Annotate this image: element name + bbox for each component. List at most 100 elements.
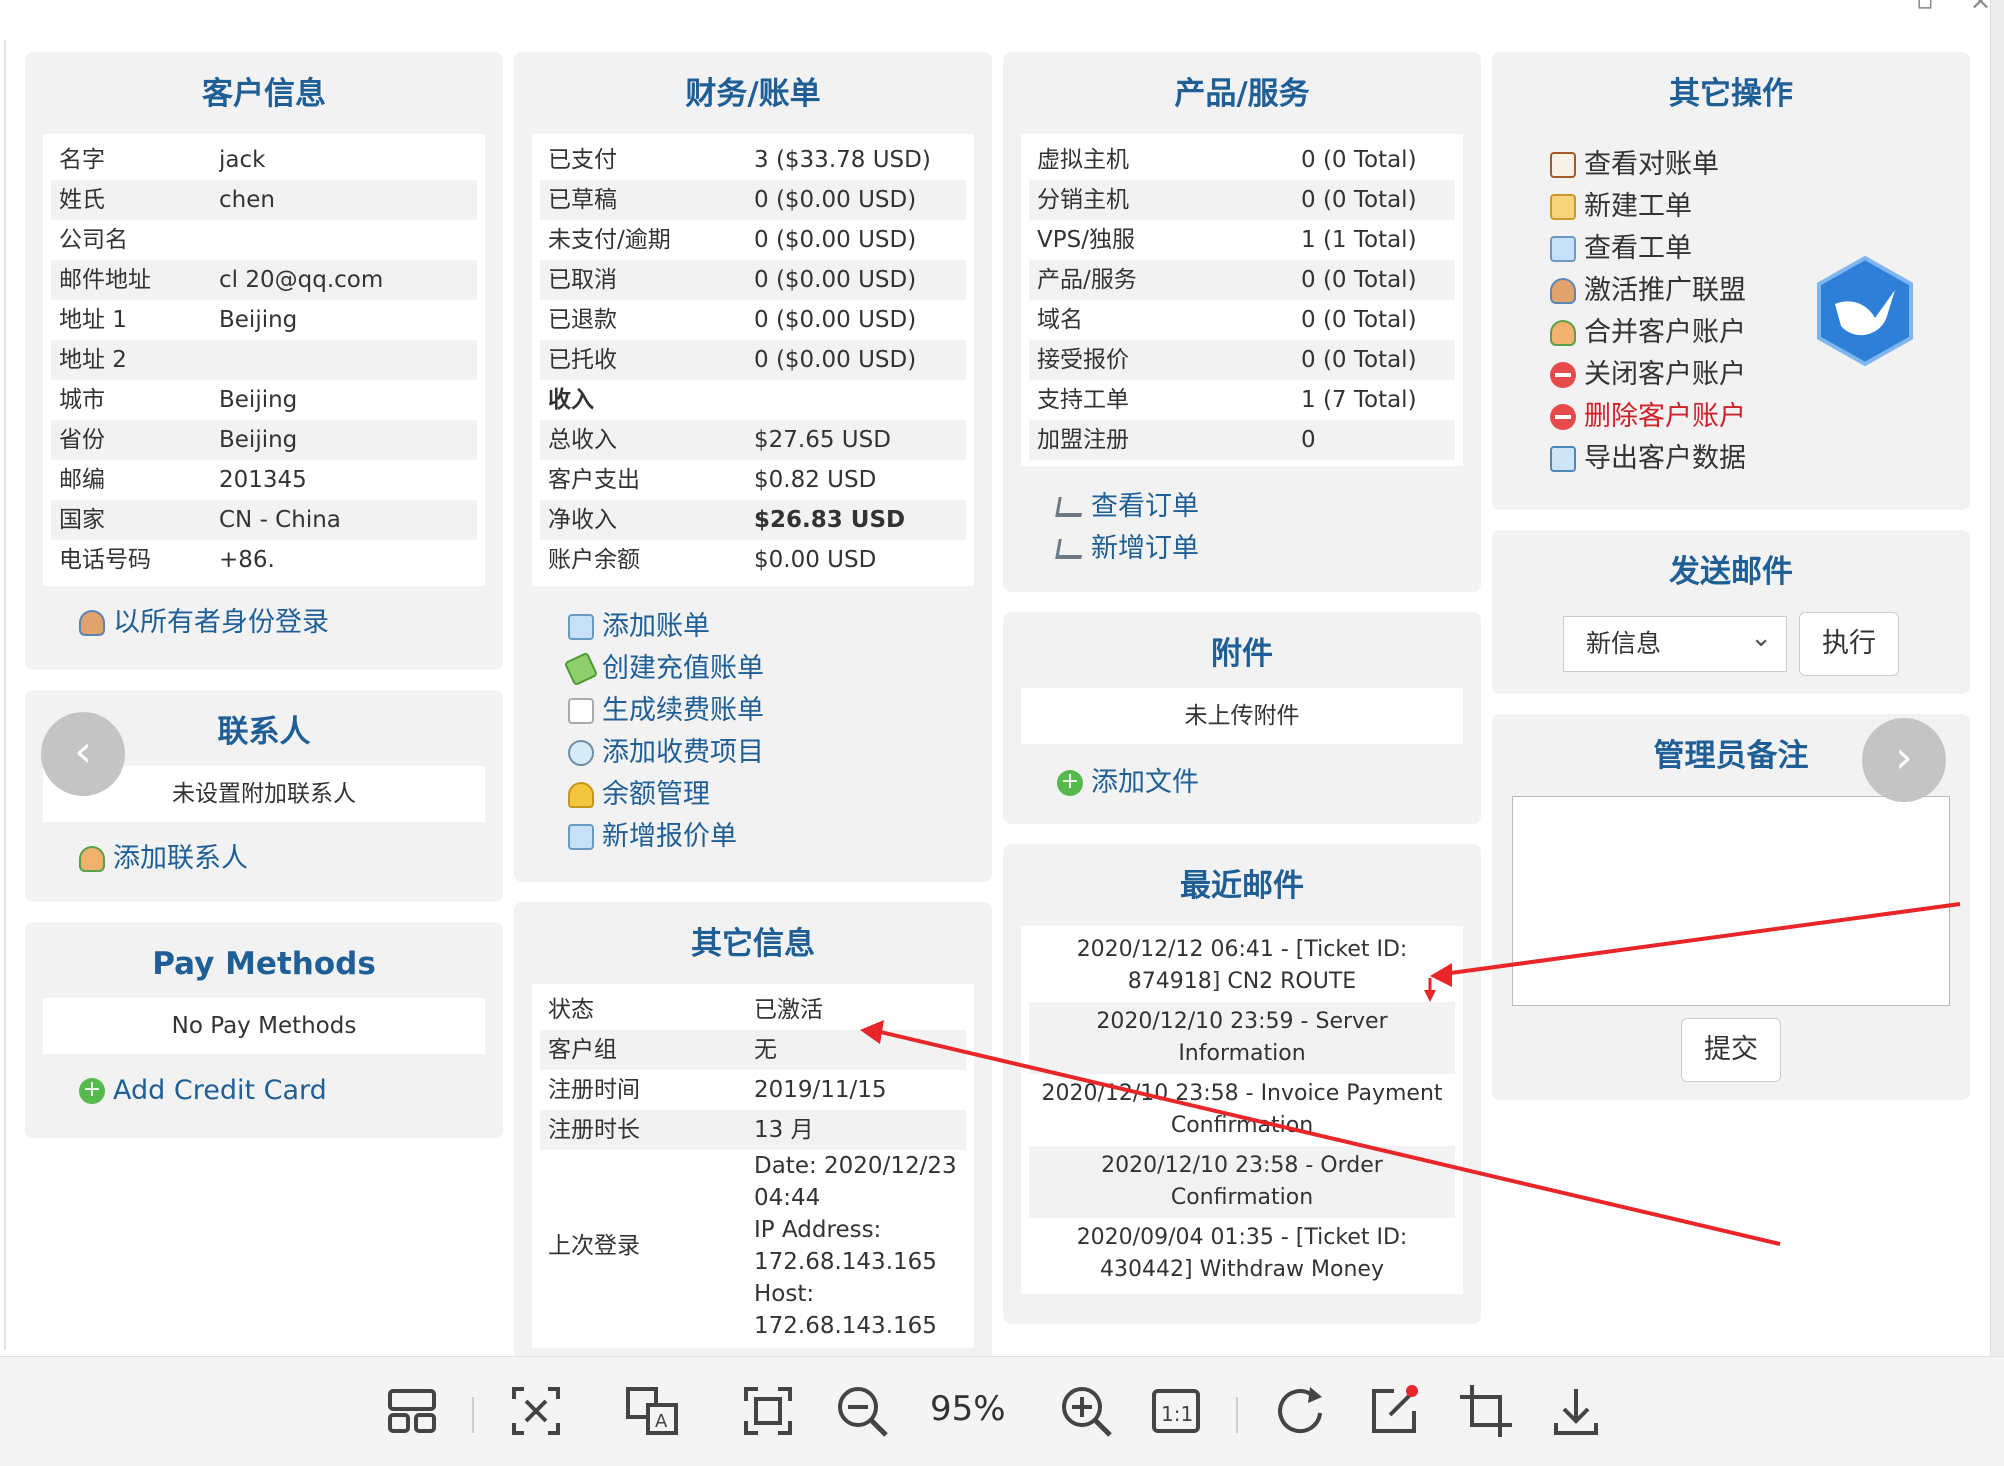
product-field-label: 域名 bbox=[1037, 307, 1083, 333]
recent-mail-item[interactable]: 2020/12/10 23:59 - Server Information bbox=[1029, 1002, 1455, 1074]
other-op-link[interactable]: 查看对账单 bbox=[1550, 144, 1952, 186]
finance-action-link[interactable]: 创建充值账单 bbox=[563, 648, 974, 690]
edit-icon[interactable] bbox=[1366, 1383, 1422, 1439]
toolbar-separator bbox=[1236, 1397, 1238, 1433]
actual-size-icon[interactable]: 1:1 bbox=[1148, 1383, 1204, 1439]
finance-field-label: 已托收 bbox=[548, 347, 617, 373]
finance-field-row: 账户余额 $0.00 USD bbox=[540, 540, 966, 580]
customer-field-value: Beijing bbox=[219, 387, 298, 413]
zoom-out-icon[interactable] bbox=[834, 1383, 890, 1439]
crop-icon[interactable] bbox=[1458, 1383, 1514, 1439]
other-info-field-label: 注册时长 bbox=[548, 1117, 640, 1143]
download-icon[interactable] bbox=[1548, 1383, 1604, 1439]
cart-icon bbox=[1055, 497, 1085, 517]
svg-text:A: A bbox=[655, 1411, 668, 1432]
pay-methods-empty: No Pay Methods bbox=[43, 998, 485, 1054]
recent-mail-item[interactable]: 2020/12/10 23:58 - Invoice Payment Confi… bbox=[1029, 1074, 1455, 1146]
customer-field-label: 名字 bbox=[59, 147, 105, 173]
cart-add-icon bbox=[1055, 539, 1085, 559]
finance-field-value: $0.82 USD bbox=[754, 467, 877, 493]
last-login-line: Date: 2020/12/23 bbox=[754, 1153, 957, 1179]
product-field-label: VPS/独服 bbox=[1037, 227, 1135, 253]
product-field-label: 产品/服务 bbox=[1037, 267, 1137, 293]
other-info-title: 其它信息 bbox=[691, 926, 815, 962]
text-recognize-icon[interactable] bbox=[508, 1383, 564, 1439]
translate-icon[interactable]: A bbox=[624, 1383, 680, 1439]
product-field-label: 支持工单 bbox=[1037, 387, 1129, 413]
recent-mail-item[interactable]: 2020/12/12 06:41 - [Ticket ID: 874918] C… bbox=[1029, 930, 1455, 1002]
finance-action-link[interactable]: 新增报价单 bbox=[568, 816, 974, 858]
product-field-value: 1 (7 Total) bbox=[1301, 387, 1417, 413]
customer-field-value: chen bbox=[219, 187, 275, 213]
prev-arrow-button[interactable]: ‹ bbox=[41, 712, 125, 796]
finance-action-link[interactable]: 余额管理 bbox=[568, 774, 974, 816]
close-account-icon bbox=[1550, 362, 1576, 388]
customer-info-table: 名字 jack 姓氏 chen 公司名 邮件地址 cl 20@qq.com 地址 1 Beiji… bbox=[43, 134, 485, 586]
product-field-label: 接受报价 bbox=[1037, 347, 1129, 373]
customer-field-row: 国家 CN - China bbox=[51, 500, 477, 540]
maximize-icon[interactable]: ▫ bbox=[1916, 0, 1934, 16]
zoom-in-icon[interactable] bbox=[1058, 1383, 1114, 1439]
finance-action-link[interactable]: 添加收费项目 bbox=[568, 732, 974, 774]
send-mail-go-button[interactable]: 执行 bbox=[1799, 612, 1899, 676]
rotate-icon[interactable] bbox=[1274, 1383, 1330, 1439]
close-icon[interactable]: × bbox=[1970, 0, 1992, 16]
product-field-label: 分销主机 bbox=[1037, 187, 1129, 213]
send-mail-title: 发送邮件 bbox=[1669, 554, 1793, 590]
viewer-scrollbar[interactable] bbox=[1990, 0, 2004, 1356]
other-info-field-row: 客户组 无 bbox=[540, 1030, 966, 1070]
customer-field-row: 姓氏 chen bbox=[51, 180, 477, 220]
pay-methods-title: Pay Methods bbox=[152, 946, 376, 982]
attachments-panel: 附件 未上传附件 + 添加文件 bbox=[1003, 612, 1481, 824]
recent-mail-item[interactable]: 2020/12/10 23:58 - Order Confirmation bbox=[1029, 1146, 1455, 1218]
user-icon bbox=[79, 610, 105, 636]
recent-mail-title: 最近邮件 bbox=[1180, 868, 1304, 904]
customer-info-title: 客户信息 bbox=[202, 76, 326, 112]
finance-action-link[interactable]: 生成续费账单 bbox=[568, 690, 974, 732]
other-info-field-row: 注册时间 2019/11/15 bbox=[540, 1070, 966, 1110]
finance-field-row: 未支付/逾期 0 ($0.00 USD) bbox=[540, 220, 966, 260]
other-op-link[interactable]: 删除客户账户 bbox=[1550, 396, 1952, 438]
attachments-empty: 未上传附件 bbox=[1021, 688, 1463, 744]
admin-notes-submit-button[interactable]: 提交 bbox=[1681, 1018, 1781, 1082]
ticket-new-icon bbox=[1550, 194, 1576, 220]
add-credit-card-link[interactable]: + Add Credit Card bbox=[79, 1070, 485, 1112]
product-field-row: 虚拟主机 0 (0 Total) bbox=[1029, 140, 1455, 180]
add-file-link[interactable]: + 添加文件 bbox=[1057, 762, 1463, 804]
zoom-level: 95% bbox=[930, 1389, 1006, 1429]
other-op-link[interactable]: 新建工单 bbox=[1550, 186, 1952, 228]
finance-action-label: 添加收费项目 bbox=[602, 737, 764, 768]
finance-table: 已支付 3 ($33.78 USD) 已草稿 0 ($0.00 USD) 未支付/逾期 0… bbox=[532, 134, 974, 586]
mail-template-select[interactable]: 新信息 bbox=[1563, 611, 1787, 672]
finance-field-label: 已取消 bbox=[548, 267, 617, 293]
layout-grid-icon[interactable] bbox=[384, 1383, 440, 1439]
product-field-row: VPS/独服 1 (1 Total) bbox=[1029, 220, 1455, 260]
admin-notes-textarea[interactable] bbox=[1512, 796, 1950, 1006]
finance-field-label: 账户余额 bbox=[548, 547, 640, 573]
order-action-link[interactable]: 新增订单 bbox=[1055, 528, 1463, 570]
money-icon bbox=[563, 651, 599, 687]
customer-field-row: 地址 2 bbox=[51, 340, 477, 380]
customer-field-row: 省份 Beijing bbox=[51, 420, 477, 460]
bird-logo-icon[interactable] bbox=[1815, 256, 1915, 366]
pay-methods-panel: Pay Methods No Pay Methods + Add Credit … bbox=[25, 922, 503, 1138]
statement-icon bbox=[1550, 152, 1576, 178]
add-contact-link[interactable]: 添加联系人 bbox=[79, 838, 485, 880]
login-as-owner-link[interactable]: 以所有者身份登录 bbox=[79, 602, 485, 644]
order-action-link[interactable]: 查看订单 bbox=[1055, 486, 1463, 528]
customer-field-value: cl 20@qq.com bbox=[219, 267, 384, 293]
finance-title: 财务/账单 bbox=[685, 76, 821, 112]
finance-action-link[interactable]: 添加账单 bbox=[568, 606, 974, 648]
next-arrow-button[interactable]: › bbox=[1862, 718, 1946, 802]
recent-mail-item[interactable]: 2020/09/04 01:35 - [Ticket ID: 430442] W… bbox=[1029, 1218, 1455, 1290]
finance-field-value: $26.83 USD bbox=[754, 507, 906, 533]
products-table: 虚拟主机 0 (0 Total) 分销主机 0 (0 Total) VPS/独服 1 (1… bbox=[1021, 134, 1463, 466]
product-field-row: 加盟注册 0 bbox=[1029, 420, 1455, 460]
other-info-table: 状态 已激活 客户组 无注册时间 2019/11/15 注册时长 13 月 上次登录 Dat… bbox=[532, 984, 974, 1348]
order-action-label: 查看订单 bbox=[1091, 491, 1199, 522]
product-field-value: 0 (0 Total) bbox=[1301, 147, 1417, 173]
other-info-field-label: 状态 bbox=[548, 997, 594, 1023]
other-op-link[interactable]: 导出客户数据 bbox=[1550, 438, 1952, 480]
finance-field-label: 已草稿 bbox=[548, 187, 617, 213]
fit-screen-icon[interactable] bbox=[740, 1383, 796, 1439]
